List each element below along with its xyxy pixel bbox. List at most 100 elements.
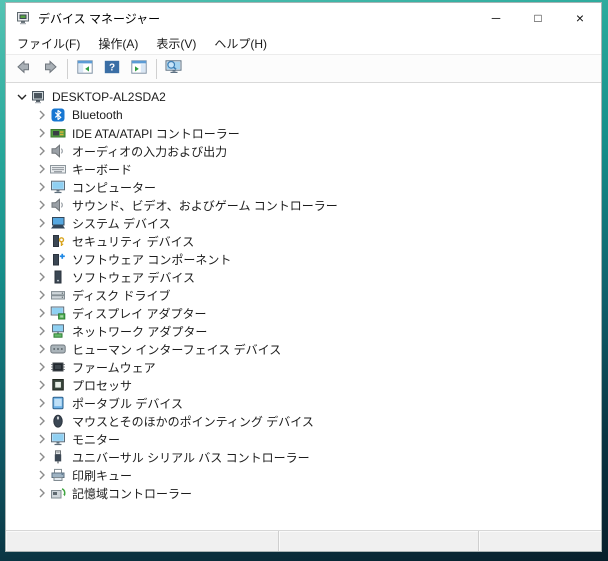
chevron-down-icon[interactable] — [13, 89, 30, 105]
chevron-right-icon[interactable] — [33, 449, 50, 465]
toolbar-separator — [67, 58, 68, 79]
tree-item[interactable]: 記憶域コントローラー — [6, 484, 601, 502]
disk-drive-icon — [50, 288, 66, 302]
system-devices-icon — [50, 216, 66, 230]
tree-item[interactable]: ユニバーサル シリアル バス コントローラー — [6, 448, 601, 466]
tree-item[interactable]: セキュリティ デバイス — [6, 232, 601, 250]
tree-item[interactable]: ソフトウェア デバイス — [6, 268, 601, 286]
statusbar-cell — [279, 531, 479, 551]
tree-item[interactable]: ディスプレイ アダプター — [6, 304, 601, 322]
chevron-right-icon[interactable] — [33, 125, 50, 141]
tree-item[interactable]: サウンド、ビデオ、およびゲーム コントローラー — [6, 196, 601, 214]
chevron-right-icon[interactable] — [33, 269, 50, 285]
forward-button[interactable] — [37, 57, 63, 81]
tree-item[interactable]: プロセッサ — [6, 376, 601, 394]
console-tree-button[interactable] — [72, 57, 98, 81]
chevron-right-icon[interactable] — [33, 143, 50, 159]
help-icon: ? — [104, 60, 120, 77]
chevron-right-icon[interactable] — [33, 413, 50, 429]
tree-item[interactable]: コンピューター — [6, 178, 601, 196]
sound-game-icon — [50, 198, 66, 212]
chevron-right-icon[interactable] — [33, 179, 50, 195]
chevron-right-icon[interactable] — [33, 287, 50, 303]
tree-item[interactable]: Bluetooth — [6, 106, 601, 124]
menu-view[interactable]: 表示(V) — [147, 33, 205, 54]
tree-item-label: 記憶域コントローラー — [72, 486, 193, 501]
chevron-right-icon[interactable] — [33, 251, 50, 267]
bluetooth-icon — [50, 108, 66, 122]
desktop-background: デバイス マネージャー ─ □ × ファイル(F) 操作(A) 表示(V) ヘルプ(H) … — [0, 0, 608, 561]
menu-action[interactable]: 操作(A) — [89, 33, 147, 54]
network-adapter-icon — [50, 324, 66, 338]
minimize-button[interactable]: ─ — [475, 3, 517, 33]
chevron-right-icon[interactable] — [33, 485, 50, 501]
tree-item-label: プロセッサ — [72, 378, 133, 393]
chevron-right-icon[interactable] — [33, 197, 50, 213]
chevron-right-icon[interactable] — [33, 341, 50, 357]
close-button[interactable]: × — [559, 3, 601, 33]
portable-device-icon — [50, 396, 66, 410]
ide-controller-icon — [50, 126, 66, 140]
tree-item-label: システム デバイス — [72, 216, 171, 231]
action-pane-button[interactable] — [126, 57, 152, 81]
toolbar: ? — [6, 55, 601, 83]
action-pane-icon — [131, 60, 147, 77]
maximize-button[interactable]: □ — [517, 3, 559, 33]
tree-item-label: ソフトウェア コンポーネント — [72, 252, 232, 267]
chevron-right-icon[interactable] — [33, 395, 50, 411]
tree-item[interactable]: IDE ATA/ATAPI コントローラー — [6, 124, 601, 142]
window-controls: ─ □ × — [475, 3, 601, 33]
tree-item-label: ネットワーク アダプター — [72, 324, 208, 339]
help-button[interactable]: ? — [99, 57, 125, 81]
tree-item[interactable]: ネットワーク アダプター — [6, 322, 601, 340]
tree-item[interactable]: オーディオの入力および出力 — [6, 142, 601, 160]
tree-item[interactable]: ファームウェア — [6, 358, 601, 376]
software-device-icon — [50, 270, 66, 284]
tree-item-label: ポータブル デバイス — [72, 396, 183, 411]
tree-item-label: Bluetooth — [72, 108, 123, 122]
chevron-right-icon[interactable] — [33, 377, 50, 393]
status-bar — [6, 530, 601, 551]
software-component-icon — [50, 252, 66, 266]
device-tree: DESKTOP-AL2SDA2 Bluetooth IDE ATA/ATAPI コン… — [6, 83, 601, 530]
tree-item[interactable]: ポータブル デバイス — [6, 394, 601, 412]
chevron-right-icon[interactable] — [33, 233, 50, 249]
menu-help[interactable]: ヘルプ(H) — [205, 33, 276, 54]
tree-item[interactable]: ソフトウェア コンポーネント — [6, 250, 601, 268]
keyboard-icon — [50, 162, 66, 176]
chevron-right-icon[interactable] — [33, 305, 50, 321]
tree-item[interactable]: キーボード — [6, 160, 601, 178]
tree-root-item[interactable]: DESKTOP-AL2SDA2 — [6, 88, 601, 106]
title-bar[interactable]: デバイス マネージャー ─ □ × — [6, 3, 601, 33]
chevron-right-icon[interactable] — [33, 107, 50, 123]
chevron-right-icon[interactable] — [33, 431, 50, 447]
chevron-right-icon[interactable] — [33, 323, 50, 339]
tree-item[interactable]: 印刷キュー — [6, 466, 601, 484]
arrow-left-icon — [16, 60, 31, 77]
tree-item-label: IDE ATA/ATAPI コントローラー — [72, 126, 240, 141]
tree-item[interactable]: システム デバイス — [6, 214, 601, 232]
tree-item-label: ソフトウェア デバイス — [72, 270, 195, 285]
display-adapter-icon — [50, 306, 66, 320]
menu-bar: ファイル(F) 操作(A) 表示(V) ヘルプ(H) — [6, 33, 601, 55]
tree-item-label: セキュリティ デバイス — [72, 234, 195, 249]
tree-item-label: ファームウェア — [72, 360, 156, 375]
chevron-right-icon[interactable] — [33, 359, 50, 375]
storage-controller-icon — [50, 486, 66, 500]
scan-hardware-button[interactable] — [161, 57, 187, 81]
chevron-right-icon[interactable] — [33, 215, 50, 231]
audio-io-icon — [50, 144, 66, 158]
maximize-icon: □ — [534, 11, 542, 25]
chevron-right-icon[interactable] — [33, 161, 50, 177]
back-button[interactable] — [10, 57, 36, 81]
tree-item-label: サウンド、ビデオ、およびゲーム コントローラー — [72, 198, 338, 213]
tree-item-label: オーディオの入力および出力 — [72, 144, 228, 159]
tree-item[interactable]: モニター — [6, 430, 601, 448]
tree-item[interactable]: マウスとそのほかのポインティング デバイス — [6, 412, 601, 430]
menu-file[interactable]: ファイル(F) — [8, 33, 89, 54]
tree-item[interactable]: ディスク ドライブ — [6, 286, 601, 304]
tree-item[interactable]: ヒューマン インターフェイス デバイス — [6, 340, 601, 358]
tree-item-label: ディスク ドライブ — [72, 288, 171, 303]
chevron-right-icon[interactable] — [33, 467, 50, 483]
console-tree-icon — [77, 60, 93, 77]
